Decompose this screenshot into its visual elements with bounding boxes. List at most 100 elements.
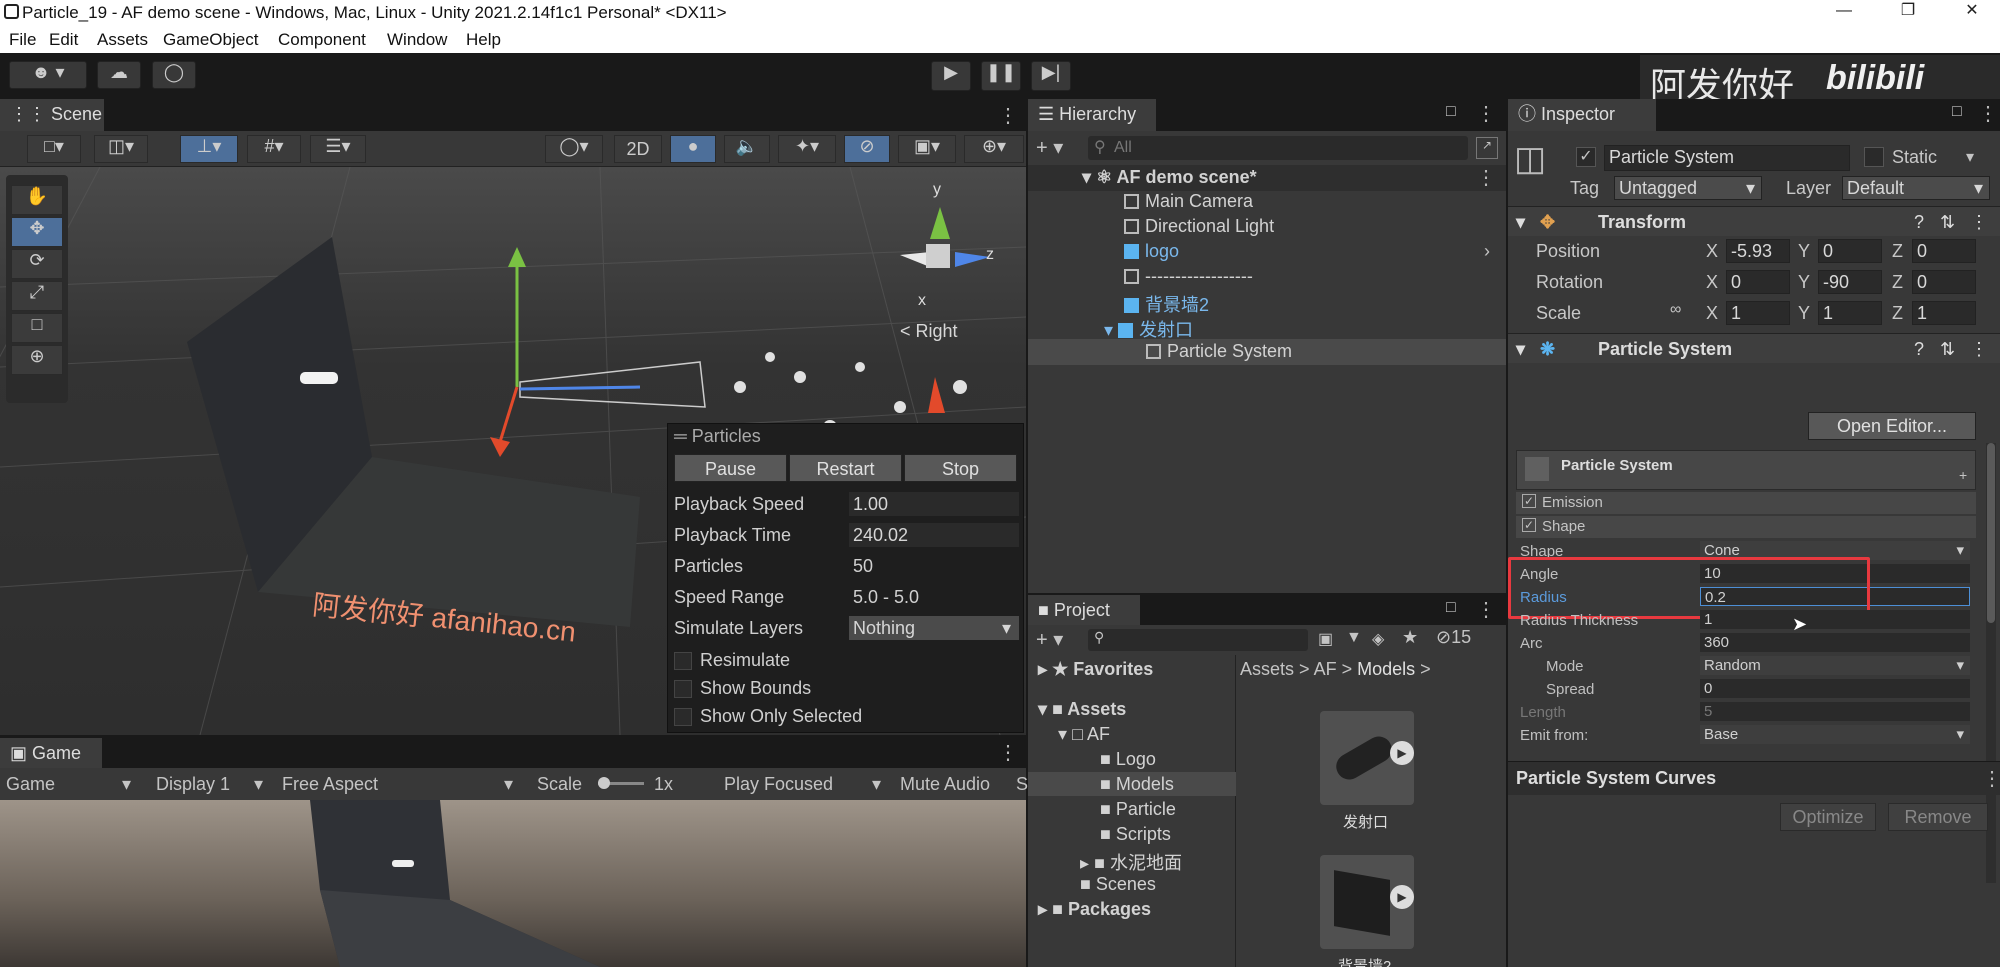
static-checkbox[interactable] [1864, 147, 1884, 167]
gizmos-button[interactable]: ⊕▾ [964, 135, 1024, 163]
position-y-field[interactable]: 0 [1818, 239, 1882, 263]
create-button[interactable]: + ▾ [1036, 135, 1080, 161]
remove-button[interactable]: Remove [1888, 803, 1988, 831]
minimize-icon[interactable]: — [1824, 0, 1864, 24]
scene-menu-icon[interactable]: ⋮ [998, 103, 1018, 128]
play-button[interactable]: ▶ [931, 61, 971, 91]
rect-tool[interactable]: □ [11, 313, 63, 343]
favorites-star-icon[interactable]: ★ [1402, 627, 1418, 648]
game-mode-dropdown[interactable]: Game ▾ [6, 768, 138, 800]
scale-y-field[interactable]: 1 [1818, 301, 1882, 325]
scale-z-field[interactable]: 1 [1912, 301, 1976, 325]
curves-menu-icon[interactable]: ⋮ [1982, 766, 2000, 791]
inspector-menu-icon[interactable]: ⋮ [1978, 101, 1998, 126]
tree-scripts[interactable]: ■ Scripts [1100, 824, 1171, 845]
project-search[interactable]: ⚲ [1088, 629, 1308, 651]
emission-checkbox[interactable]: ✓ [1522, 494, 1536, 508]
menu-edit[interactable]: Edit [49, 26, 78, 54]
hidden-count[interactable]: ⊘15 [1436, 627, 1471, 648]
2d-toggle[interactable]: 2D [614, 135, 662, 163]
active-checkbox[interactable]: ✓ [1576, 147, 1596, 167]
curves-header[interactable]: Particle System Curves ⋮ [1508, 761, 2000, 795]
collab-button[interactable]: ◯ [152, 61, 196, 89]
transform-header[interactable]: ▾ ✥ Transform ? ⇅ ⋮ [1508, 206, 2000, 236]
menu-assets[interactable]: Assets [97, 26, 148, 54]
search-by-type-icon[interactable]: ▣ [1318, 629, 1333, 649]
tag-dropdown[interactable]: Untagged ▾ [1614, 176, 1762, 200]
effects-button[interactable]: ✦▾ [778, 135, 836, 163]
stop-particles-button[interactable]: Stop [904, 454, 1017, 482]
tree-packages[interactable]: ▸ ■ Packages [1038, 899, 1151, 920]
rotation-x-field[interactable]: 0 [1726, 270, 1790, 294]
cloud-button[interactable]: ☁ [97, 61, 141, 89]
scale-tool[interactable]: ⤢ [11, 281, 63, 311]
lock-icon[interactable]: □ [1952, 103, 1962, 121]
particle-system-component-header[interactable]: ▾ ❋ Particle System ? ⇅ ⋮ [1508, 333, 2000, 363]
scene-viewport[interactable]: y z x < Right 阿发你好 afanihao.cn ✋ ✥ ⟳ ⤢ □… [0, 167, 1026, 735]
expand-play-icon[interactable]: ▶ [1390, 741, 1414, 765]
render-mode-button[interactable]: ◫▾ [94, 135, 148, 163]
restart-particles-button[interactable]: Restart [789, 454, 902, 482]
tree-particle[interactable]: ■ Particle [1100, 799, 1176, 820]
ps-module-header[interactable]: Particle System + [1516, 450, 1976, 490]
tree-scenes[interactable]: ■ Scenes [1080, 874, 1156, 895]
scene-menu-dots-icon[interactable]: ⋮ [1476, 165, 1496, 190]
tab-project[interactable]: ■ Project [1028, 595, 1140, 625]
menu-help[interactable]: Help [466, 26, 501, 54]
step-button[interactable]: ▶| [1031, 61, 1071, 91]
search-by-label-icon[interactable]: ▼ [1346, 629, 1362, 647]
stats-toggle[interactable]: S [1016, 768, 1028, 800]
hierarchy-item-separator[interactable]: ------------------ [1124, 266, 1253, 287]
restore-icon[interactable]: ❐ [1888, 0, 1928, 24]
spread-field[interactable]: 0 [1700, 679, 1970, 698]
rotate-tool[interactable]: ⟳ [11, 249, 63, 279]
show-only-selected-checkbox[interactable] [674, 708, 692, 726]
display-dropdown[interactable]: Display 1 ▾ [156, 768, 272, 800]
transform-tool[interactable]: ⊕ [11, 345, 63, 375]
hierarchy-item-logo[interactable]: logo [1124, 241, 1179, 262]
radius-thickness-field[interactable]: 1 [1700, 610, 1970, 629]
lighting-toggle[interactable]: ● [670, 135, 716, 163]
scale-slider-thumb[interactable] [598, 777, 610, 789]
search-by-tag-icon[interactable]: ◈ [1372, 629, 1384, 649]
hierarchy-item-directional-light[interactable]: Directional Light [1124, 216, 1274, 237]
hierarchy-item-background-wall[interactable]: 背景墙2 [1124, 291, 1209, 317]
object-name-field[interactable]: Particle System [1604, 145, 1850, 171]
arc-field[interactable]: 360 [1700, 633, 1970, 652]
menu-component[interactable]: Component [278, 26, 366, 54]
emit-from-dropdown[interactable]: Base ▾ [1700, 725, 1970, 744]
lock-icon[interactable]: □ [1446, 599, 1456, 617]
hand-tool[interactable]: ✋ [11, 185, 63, 215]
account-button[interactable]: ☻ ▾ [9, 61, 87, 89]
audio-toggle[interactable]: 🔈 [724, 135, 770, 163]
shading-button[interactable]: ◯▾ [545, 135, 603, 163]
position-x-field[interactable]: -5.93 [1726, 239, 1790, 263]
aspect-dropdown[interactable]: Free Aspect ▾ [282, 768, 522, 800]
tab-game[interactable]: ▣ Game [0, 738, 102, 768]
breadcrumb-models[interactable]: Models [1357, 659, 1415, 679]
emission-module[interactable]: ✓ Emission [1516, 492, 1976, 514]
open-editor-button[interactable]: Open Editor... [1808, 412, 1976, 440]
static-dropdown-icon[interactable]: ▾ [1966, 147, 1974, 167]
length-field[interactable]: 5 [1700, 702, 1970, 721]
shape-checkbox[interactable]: ✓ [1522, 518, 1536, 532]
rotation-y-field[interactable]: -90 [1818, 270, 1882, 294]
layer-dropdown[interactable]: Default ▾ [1842, 176, 1990, 200]
resimulate-checkbox[interactable] [674, 652, 692, 670]
mode-dropdown[interactable]: Random ▾ [1700, 656, 1970, 675]
game-viewport[interactable] [0, 800, 1026, 967]
hierarchy-search[interactable]: ⚲ All [1088, 136, 1468, 160]
hierarchy-menu-icon[interactable]: ⋮ [1476, 101, 1496, 126]
menu-gameobject[interactable]: GameObject [163, 26, 258, 54]
scale-slider[interactable] [598, 777, 644, 789]
tab-hierarchy[interactable]: ☰ Hierarchy [1028, 99, 1156, 131]
tab-inspector[interactable]: ⓘ Inspector [1508, 99, 1656, 131]
expand-play-icon[interactable]: ▶ [1390, 885, 1414, 909]
rotation-z-field[interactable]: 0 [1912, 270, 1976, 294]
scale-x-field[interactable]: 1 [1726, 301, 1790, 325]
menu-file[interactable]: File [9, 26, 36, 54]
hierarchy-item-main-camera[interactable]: Main Camera [1124, 191, 1253, 212]
playback-time-field[interactable]: 240.02 [849, 523, 1019, 547]
search-scene-button[interactable]: ↗ [1476, 137, 1498, 159]
tree-af[interactable]: ▾ □ AF [1058, 724, 1110, 745]
